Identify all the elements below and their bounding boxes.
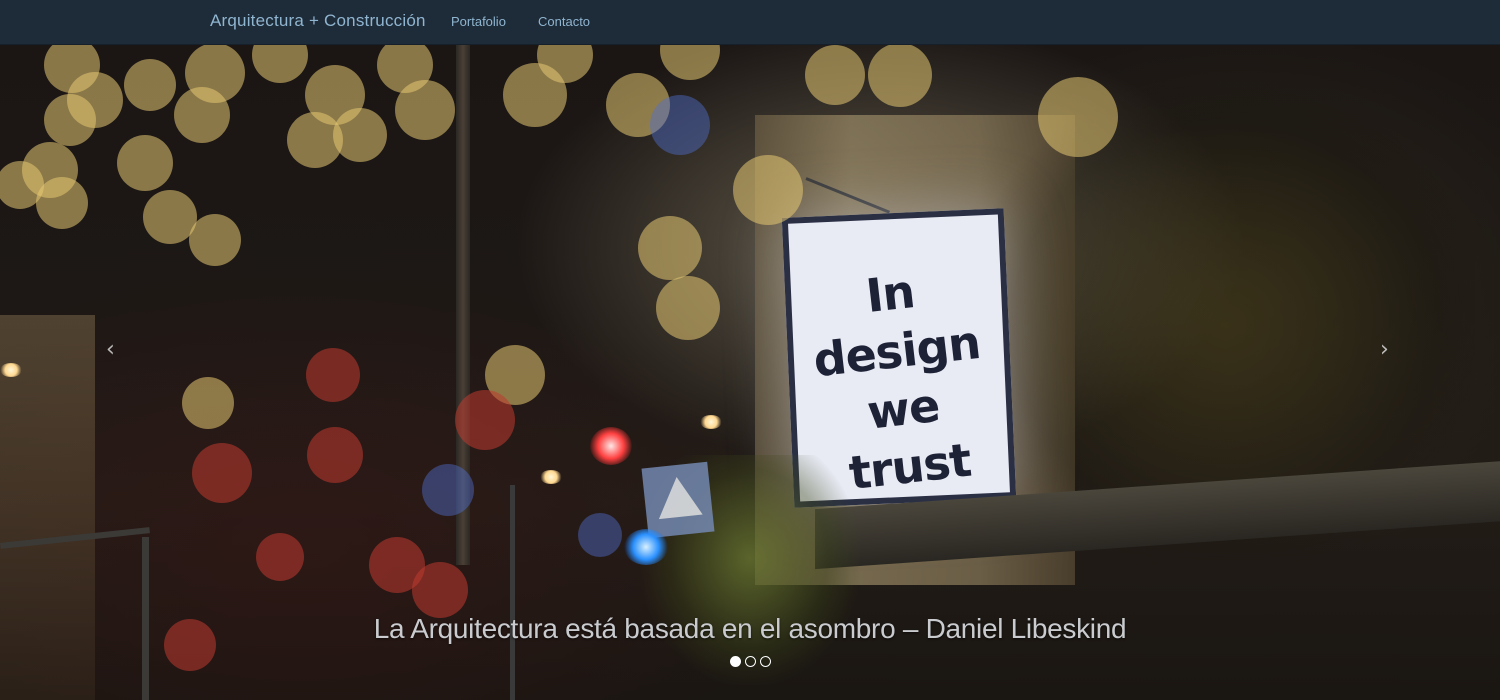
navbar: Arquitectura + Construcción Portafolio C… [0, 0, 1500, 45]
bokeh-lights [0, 45, 1118, 671]
nav-link-contacto[interactable]: Contacto [538, 14, 590, 29]
carousel-indicators [730, 656, 771, 668]
hero-carousel: In design we trust ‹ › La Arquitectura e… [0, 45, 1500, 700]
carousel-indicator[interactable] [745, 656, 756, 667]
brand-link[interactable]: Arquitectura + Construcción [210, 11, 426, 31]
carousel-caption: La Arquitectura está basada en el asombr… [373, 613, 1127, 644]
carousel-indicator[interactable] [760, 656, 771, 667]
nav-link-portafolio[interactable]: Portafolio [451, 14, 506, 29]
carousel-indicator[interactable] [730, 656, 741, 667]
chevron-left-icon[interactable]: ‹ [106, 337, 115, 362]
chevron-right-icon[interactable]: › [1380, 337, 1389, 362]
